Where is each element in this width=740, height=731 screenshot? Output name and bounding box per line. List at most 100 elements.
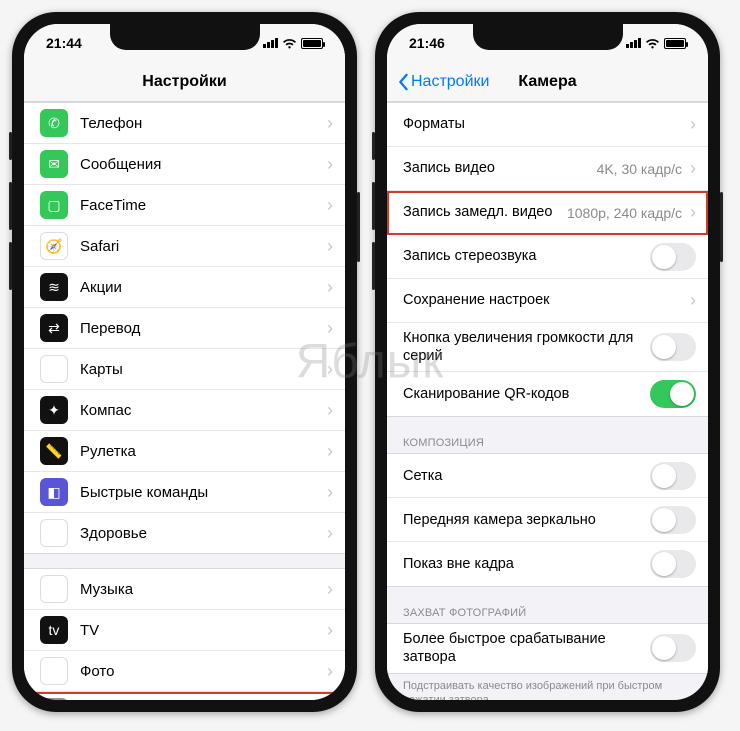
notch (110, 24, 260, 50)
chevron-right-icon: › (327, 661, 333, 682)
settings-row-maps[interactable]: ⛰Карты› (24, 349, 345, 390)
toggle-volume-burst[interactable] (650, 333, 696, 361)
signal-icon (263, 38, 278, 48)
camera-row-mirror-front[interactable]: Передняя камера зеркально (387, 498, 708, 542)
toggle-knob (652, 464, 676, 488)
page-title: Настройки (142, 73, 226, 91)
settings-row-compass[interactable]: ✦Компас› (24, 390, 345, 431)
camera-row-view-outside-frame[interactable]: Показ вне кадра (387, 542, 708, 586)
toggle-stereo-audio[interactable] (650, 243, 696, 271)
navbar-right: Настройки Камера (387, 62, 708, 102)
wifi-icon (645, 38, 660, 49)
settings-row-health[interactable]: ♥Здоровье› (24, 513, 345, 553)
row-label: Более быстрое срабатывание затвора (403, 630, 650, 666)
row-label: Сохранение настроек (403, 291, 686, 309)
toggle-knob (652, 552, 676, 576)
toggle-knob (652, 636, 676, 660)
camera-row-volume-burst[interactable]: Кнопка увеличения громкости для серий (387, 323, 708, 372)
navbar-left: Настройки (24, 62, 345, 102)
row-label: Кнопка увеличения громкости для серий (403, 329, 650, 365)
phone-right: 21:46 Настройки Камера Форматы›Запись ви… (375, 12, 720, 712)
settings-row-camera[interactable]: 📷Камера› (24, 692, 345, 700)
back-button[interactable]: Настройки (397, 73, 489, 91)
mute-switch (9, 132, 12, 160)
section-footer: Подстраивать качество изображений при бы… (387, 674, 708, 701)
volume-up (372, 182, 375, 230)
camera-icon: 📷 (40, 698, 68, 700)
settings-row-phone[interactable]: ✆Телефон› (24, 103, 345, 144)
camera-row-faster-shutter[interactable]: Более быстрое срабатывание затвора (387, 624, 708, 672)
settings-row-messages[interactable]: ✉Сообщения› (24, 144, 345, 185)
row-label: Передняя камера зеркально (403, 511, 650, 529)
chevron-right-icon: › (690, 290, 696, 311)
toggle-grid[interactable] (650, 462, 696, 490)
chevron-left-icon (397, 73, 409, 91)
row-label: Перевод (80, 320, 323, 337)
toggle-knob (652, 335, 676, 359)
safari-icon: 🧭 (40, 232, 68, 260)
translate-icon: ⇄ (40, 314, 68, 342)
settings-row-stocks[interactable]: ≋Акции› (24, 267, 345, 308)
camera-settings-list[interactable]: Форматы›Запись видео4K, 30 кадр/с›Запись… (387, 102, 708, 700)
row-value: 1080p, 240 кадр/с (567, 205, 682, 221)
chevron-right-icon: › (327, 441, 333, 462)
settings-row-facetime[interactable]: ▢ FaceTime› (24, 185, 345, 226)
music-icon: ♪ (40, 575, 68, 603)
row-label: Запись видео (403, 159, 597, 177)
settings-list[interactable]: ✆Телефон›✉Сообщения›▢FaceTime›🧭Safari›≋А… (24, 102, 345, 700)
toggle-view-outside-frame[interactable] (650, 550, 696, 578)
settings-row-safari[interactable]: 🧭Safari› (24, 226, 345, 267)
chevron-right-icon: › (327, 359, 333, 380)
settings-row-tv[interactable]: tvTV› (24, 610, 345, 651)
volume-up (9, 182, 12, 230)
row-label: Карты (80, 361, 323, 378)
chevron-right-icon: › (327, 277, 333, 298)
status-time: 21:46 (409, 35, 445, 51)
row-label: Сообщения (80, 156, 323, 173)
settings-row-translate[interactable]: ⇄ Перевод› (24, 308, 345, 349)
camera-row-record-slomo[interactable]: Запись замедл. видео1080p, 240 кадр/с› (387, 191, 708, 235)
section-header: ЗАХВАТ ФОТОГРАФИЙ (387, 601, 708, 623)
camera-row-scan-qr[interactable]: Сканирование QR-кодов (387, 372, 708, 416)
camera-row-grid[interactable]: Сетка (387, 454, 708, 498)
settings-row-music[interactable]: ♪Музыка› (24, 569, 345, 610)
row-label: Сканирование QR-кодов (403, 385, 650, 403)
row-label: Компас (80, 402, 323, 419)
settings-row-photos[interactable]: ✿ Фото› (24, 651, 345, 692)
chevron-right-icon: › (690, 158, 696, 179)
status-time: 21:44 (46, 35, 82, 51)
messages-icon: ✉ (40, 150, 68, 178)
settings-row-measure[interactable]: 📏Рулетка› (24, 431, 345, 472)
row-label: Показ вне кадра (403, 555, 650, 573)
row-label: Быстрые команды (80, 484, 323, 501)
shortcuts-icon: ◧ (40, 478, 68, 506)
chevron-right-icon: › (690, 114, 696, 135)
row-label: Фото (80, 663, 323, 680)
camera-row-stereo-audio[interactable]: Запись стереозвука (387, 235, 708, 279)
wifi-icon (282, 38, 297, 49)
toggle-faster-shutter[interactable] (650, 634, 696, 662)
toggle-knob (652, 245, 676, 269)
battery-icon (301, 38, 323, 49)
toggle-scan-qr[interactable] (650, 380, 696, 408)
mute-switch (372, 132, 375, 160)
screen-right: 21:46 Настройки Камера Форматы›Запись ви… (387, 24, 708, 700)
camera-row-formats[interactable]: Форматы› (387, 103, 708, 147)
chevron-right-icon: › (327, 195, 333, 216)
volume-down (372, 242, 375, 290)
facetime-icon: ▢ (40, 191, 68, 219)
toggle-knob (670, 382, 694, 406)
row-label: FaceTime (80, 197, 323, 214)
row-label: Запись замедл. видео (403, 203, 567, 221)
volume-down (9, 242, 12, 290)
settings-row-shortcuts[interactable]: ◧Быстрые команды› (24, 472, 345, 513)
camera-row-record-video[interactable]: Запись видео4K, 30 кадр/с› (387, 147, 708, 191)
row-label: Здоровье (80, 525, 323, 542)
power-button (720, 192, 723, 262)
chevron-right-icon: › (327, 318, 333, 339)
photos-icon: ✿ (40, 657, 68, 685)
camera-row-preserve-settings[interactable]: Сохранение настроек› (387, 279, 708, 323)
chevron-right-icon: › (327, 523, 333, 544)
toggle-mirror-front[interactable] (650, 506, 696, 534)
back-label: Настройки (411, 73, 489, 91)
